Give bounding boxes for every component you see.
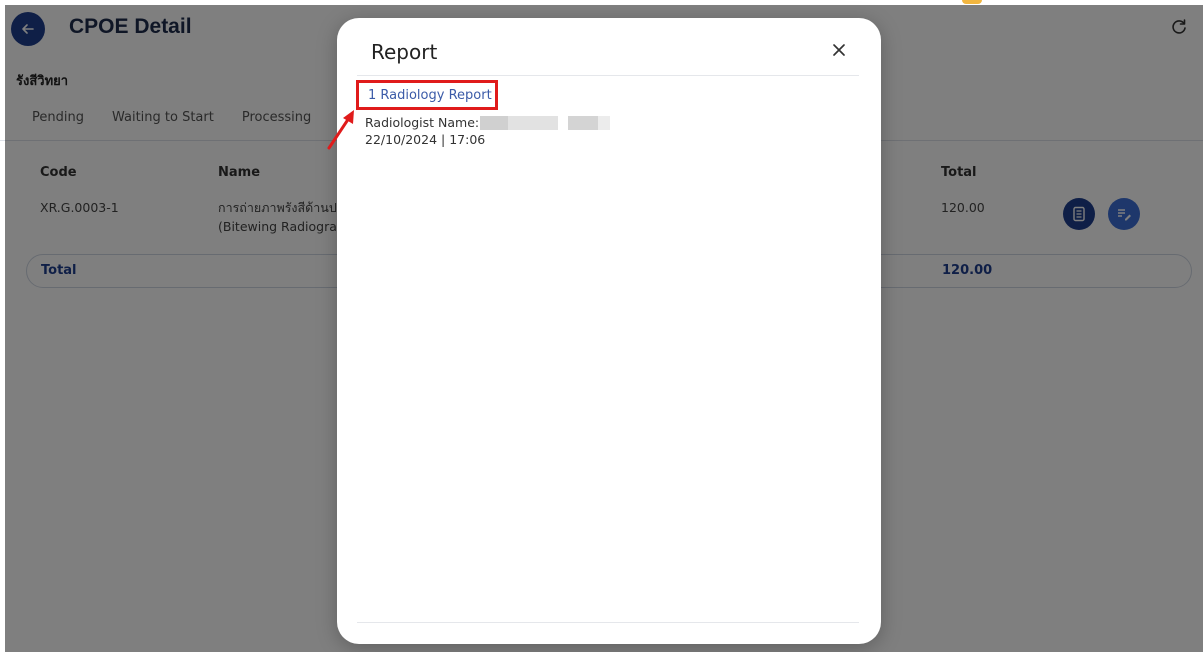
radiologist-name-label: Radiologist Name: (365, 115, 480, 130)
highlight-annotation (356, 80, 498, 110)
redacted-name (598, 116, 610, 130)
close-button[interactable] (827, 38, 851, 62)
report-dialog: Report 1 Radiology Report Radiologist Na… (337, 18, 881, 644)
avatar (962, 0, 982, 4)
close-icon (833, 44, 845, 56)
dialog-title: Report (371, 40, 438, 64)
redacted-name (480, 116, 508, 130)
redacted-name (568, 116, 598, 130)
report-date: 22/10/2024 | 17:06 (365, 132, 486, 147)
dialog-divider-top (357, 75, 859, 76)
dialog-divider-bottom (357, 622, 859, 623)
redacted-name (508, 116, 558, 130)
annotation-arrow-icon (327, 110, 354, 150)
